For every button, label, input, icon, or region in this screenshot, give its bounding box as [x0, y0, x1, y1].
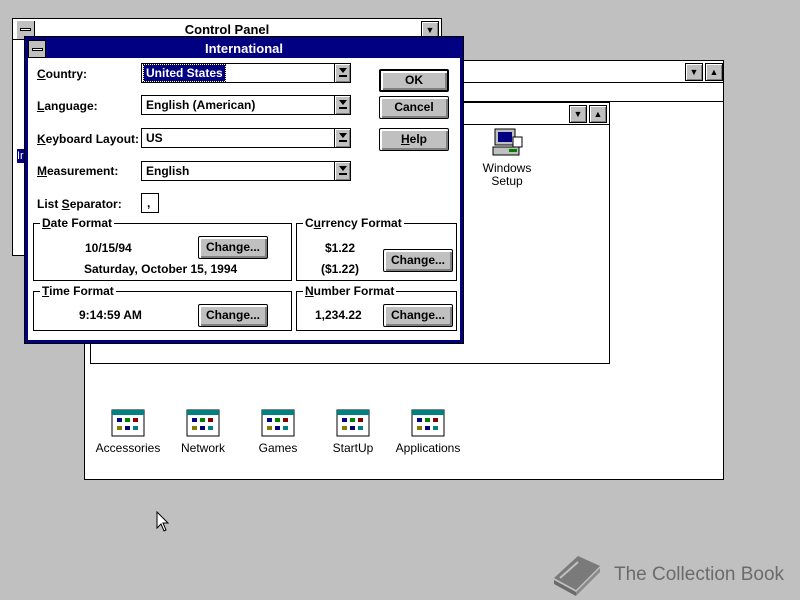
number-format-title: Number Format	[303, 284, 397, 298]
ok-button[interactable]: OK	[379, 69, 449, 92]
number-format-change-button[interactable]: Change...	[383, 304, 453, 327]
measurement-dropdown-arrow-icon[interactable]	[334, 162, 350, 180]
dialog-system-menu[interactable]	[28, 40, 46, 58]
windows-setup-label-line1: Windows	[482, 161, 532, 175]
time-value: 9:14:59 AM	[79, 308, 142, 322]
windows-setup-icon[interactable]	[489, 127, 525, 161]
help-button-key: H	[400, 132, 410, 146]
group-label-games: Games	[258, 441, 298, 455]
group-label-network: Network	[180, 441, 225, 455]
group-label-accessories: Accessories	[95, 441, 161, 455]
time-format-title: Time Format	[40, 284, 116, 298]
group-label-startup: StartUp	[332, 441, 374, 455]
short-date-value: 10/15/94	[85, 241, 132, 255]
country-combo[interactable]: United States	[141, 63, 351, 83]
cancel-button[interactable]: Cancel	[379, 96, 449, 119]
time-format-change-button[interactable]: Change...	[198, 304, 268, 327]
main-group-minimize-button[interactable]: ▼	[569, 105, 587, 123]
computer-icon	[492, 128, 523, 156]
long-date-value: Saturday, October 15, 1994	[84, 262, 238, 276]
dialog-title: International	[204, 41, 283, 56]
international-dialog: International Country: United States Lan…	[24, 36, 464, 344]
list-separator-value: ,	[147, 196, 151, 210]
program-group-icon	[111, 409, 145, 437]
date-format-change-button[interactable]: Change...	[198, 236, 268, 259]
country-dropdown-arrow-icon[interactable]	[334, 64, 350, 82]
keyboard-dropdown-arrow-icon[interactable]	[334, 129, 350, 147]
control-panel-title: Control Panel	[184, 22, 270, 37]
currency-format-change-button[interactable]: Change...	[383, 249, 453, 272]
measurement-value: English	[146, 164, 190, 178]
ok-button-label: OK	[405, 73, 423, 87]
keyboard-layout-label: Keyboard Layout:	[37, 132, 140, 146]
currency-positive-value: $1.22	[325, 241, 356, 255]
time-change-label: Change...	[205, 308, 260, 322]
language-value: English (American)	[146, 98, 256, 112]
program-group-icon	[186, 409, 220, 437]
program-group-icon	[336, 409, 370, 437]
country-value: United States	[143, 64, 226, 82]
group-icon-startup[interactable]	[336, 409, 370, 437]
measurement-combo[interactable]: English	[141, 161, 351, 181]
watermark-text: The Collection Book	[614, 564, 785, 585]
international-titlebar[interactable]: International	[28, 40, 460, 58]
group-icon-applications[interactable]	[411, 409, 445, 437]
number-change-label: Change...	[390, 308, 445, 322]
windows-setup-label-line2: Setup	[491, 174, 523, 188]
main-group-maximize-button[interactable]: ▲	[589, 105, 607, 123]
language-dropdown-arrow-icon[interactable]	[334, 96, 350, 114]
list-separator-label: List Separator:	[37, 197, 122, 211]
program-group-icon	[411, 409, 445, 437]
number-format-group: Number Format 1,234.22 Change...	[296, 284, 457, 331]
number-value: 1,234.22	[315, 308, 362, 322]
help-button-label: elp	[409, 132, 427, 146]
help-button[interactable]: Help	[379, 128, 449, 151]
currency-format-title: Currency Format	[303, 216, 404, 230]
group-icon-accessories[interactable]	[111, 409, 145, 437]
time-format-group: Time Format 9:14:59 AM Change...	[33, 284, 292, 331]
language-combo[interactable]: English (American)	[141, 95, 351, 115]
country-label: Country:	[37, 67, 87, 81]
currency-negative-value: ($1.22)	[321, 262, 360, 276]
measurement-label: Measurement:	[37, 164, 119, 178]
minimize-button[interactable]: ▼	[685, 63, 703, 81]
group-label-applications: Applications	[395, 441, 461, 455]
keyboard-layout-combo[interactable]: US	[141, 128, 351, 148]
date-format-group: Date Format 10/15/94 Saturday, October 1…	[33, 216, 292, 281]
keyboard-layout-value: US	[146, 131, 163, 145]
control-panel-item-label: Ir	[17, 150, 24, 162]
date-format-title: Date Format	[40, 216, 115, 230]
currency-change-label: Change...	[390, 253, 445, 267]
group-icon-games[interactable]	[261, 409, 295, 437]
currency-format-group: Currency Format $1.22 ($1.22) Change...	[296, 216, 457, 281]
program-group-icon	[261, 409, 295, 437]
group-icon-network[interactable]	[186, 409, 220, 437]
cancel-button-label: Cancel	[394, 100, 434, 114]
list-separator-input[interactable]: ,	[141, 193, 159, 213]
language-label: Language:	[37, 99, 98, 113]
maximize-button[interactable]: ▲	[705, 63, 723, 81]
date-change-label: Change...	[205, 240, 260, 254]
mouse-cursor-icon	[156, 511, 170, 532]
book-logo-icon	[554, 556, 600, 596]
